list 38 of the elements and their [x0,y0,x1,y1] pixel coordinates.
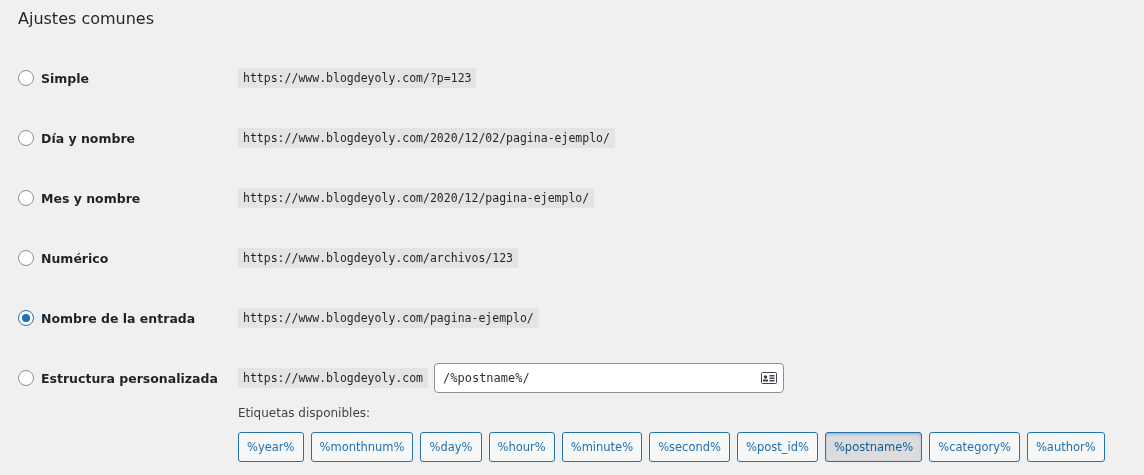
tags-label: Etiquetas disponibles: [238,406,372,420]
url-example: https://www.blogdeyoly.com/archivos/123 [238,248,519,268]
radio-button[interactable] [18,130,34,146]
tag-button[interactable]: %day% [420,432,482,462]
radio-label[interactable]: Mes y nombre [18,190,238,206]
tag-button[interactable]: %minute% [561,432,643,462]
url-example: https://www.blogdeyoly.com/2020/12/02/pagina-ejemplo/ [238,128,615,148]
radio-button[interactable] [18,70,34,86]
structure-input[interactable]: /%postname%/ [434,363,784,393]
tag-button[interactable]: %category% [929,432,1020,462]
radio-label[interactable]: Día y nombre [18,130,238,146]
tag-button[interactable]: %year% [238,432,304,462]
url-example: https://www.blogdeyoly.com/2020/12/pagina-ejemplo/ [238,188,595,208]
radio-button[interactable] [18,370,34,386]
url-example: https://www.blogdeyoly.com [238,368,428,388]
radio-label[interactable]: Numérico [18,250,238,266]
radio-button[interactable] [18,310,34,326]
option-label: Numérico [41,250,109,266]
tag-button[interactable]: %monthnum% [310,432,414,462]
option-label: Estructura personalizada [41,370,218,386]
tag-button[interactable]: %post_id% [737,432,818,462]
option-label: Simple [41,70,90,86]
tag-button[interactable]: %author% [1026,432,1105,462]
radio-label[interactable]: Simple [18,70,238,86]
tag-button[interactable]: %hour% [488,432,555,462]
tag-button[interactable]: %postname% [824,432,923,462]
contact-card-icon [761,372,777,384]
radio-label[interactable]: Estructura personalizada [18,370,238,386]
url-example: https://www.blogdeyoly.com/pagina-ejemplo/ [238,308,539,328]
url-example: https://www.blogdeyoly.com/?p=123 [238,68,477,88]
radio-button[interactable] [18,250,34,266]
option-label: Nombre de la entrada [41,310,196,326]
radio-label[interactable]: Nombre de la entrada [18,310,238,326]
option-label: Mes y nombre [41,190,141,206]
radio-button[interactable] [18,190,34,206]
option-label: Día y nombre [41,130,136,146]
tag-button[interactable]: %second% [649,432,730,462]
section-heading: Ajustes comunes [18,8,156,30]
